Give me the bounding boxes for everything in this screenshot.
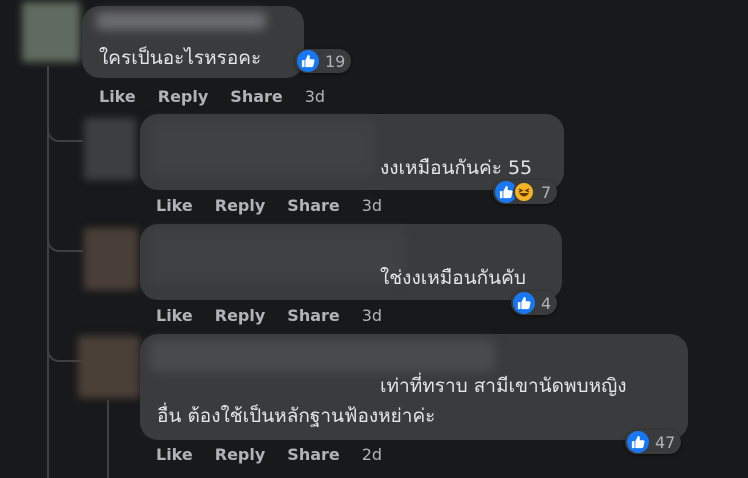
author-name-blurred[interactable] — [150, 230, 405, 282]
reply-button[interactable]: Reply — [215, 445, 266, 464]
timestamp[interactable]: 2d — [362, 445, 382, 464]
comment-actions: Like Reply Share 2d — [156, 445, 382, 464]
reaction-summary[interactable]: 7 — [493, 180, 558, 204]
reaction-count: 7 — [541, 182, 552, 202]
author-name-blurred[interactable] — [150, 340, 495, 372]
comment-text: งงเหมือนกันค่ะ 55 — [380, 157, 533, 179]
comment-actions: Like Reply Share 3d — [99, 87, 325, 106]
like-icon — [627, 431, 649, 453]
comment-text: อื่น ต้องใช้เป็นหลักฐานฟ้องหย่าค่ะ — [157, 405, 436, 427]
like-icon — [297, 50, 319, 72]
reply-button[interactable]: Reply — [215, 196, 266, 215]
reaction-count: 19 — [325, 51, 346, 71]
comment-actions: Like Reply Share 3d — [156, 196, 382, 215]
comment-text: ใช่งงเหมือนกันคับ — [380, 267, 526, 289]
reaction-summary[interactable]: 19 — [295, 49, 352, 73]
share-button[interactable]: Share — [287, 306, 339, 325]
reaction-summary[interactable]: 4 — [511, 291, 558, 315]
comment-actions: Like Reply Share 3d — [156, 306, 382, 325]
avatar[interactable] — [22, 2, 80, 62]
thread-connector — [47, 228, 83, 252]
avatar[interactable] — [84, 118, 136, 180]
avatar[interactable] — [78, 336, 140, 398]
reaction-count: 47 — [655, 432, 676, 452]
share-button[interactable]: Share — [230, 87, 282, 106]
comment-text: ใครเป็นอะไรหรอคะ — [99, 47, 262, 69]
haha-icon — [513, 181, 535, 203]
like-button[interactable]: Like — [156, 445, 193, 464]
comment-text: เท่าที่ทราบ สามีเขานัดพบหญิง — [380, 375, 627, 397]
like-icon — [513, 292, 535, 314]
timestamp[interactable]: 3d — [362, 306, 382, 325]
reply-button[interactable]: Reply — [158, 87, 209, 106]
author-name-blurred[interactable] — [150, 120, 375, 176]
thread-connector — [47, 118, 83, 142]
timestamp[interactable]: 3d — [362, 196, 382, 215]
author-name-blurred[interactable] — [96, 12, 266, 30]
reaction-count: 4 — [541, 293, 552, 313]
share-button[interactable]: Share — [287, 445, 339, 464]
like-button[interactable]: Like — [156, 196, 193, 215]
like-button[interactable]: Like — [156, 306, 193, 325]
thread-line-nested — [107, 400, 109, 478]
timestamp[interactable]: 3d — [305, 87, 325, 106]
reaction-summary[interactable]: 47 — [625, 430, 682, 454]
reply-button[interactable]: Reply — [215, 306, 266, 325]
share-button[interactable]: Share — [287, 196, 339, 215]
like-button[interactable]: Like — [99, 87, 136, 106]
avatar[interactable] — [84, 228, 138, 290]
